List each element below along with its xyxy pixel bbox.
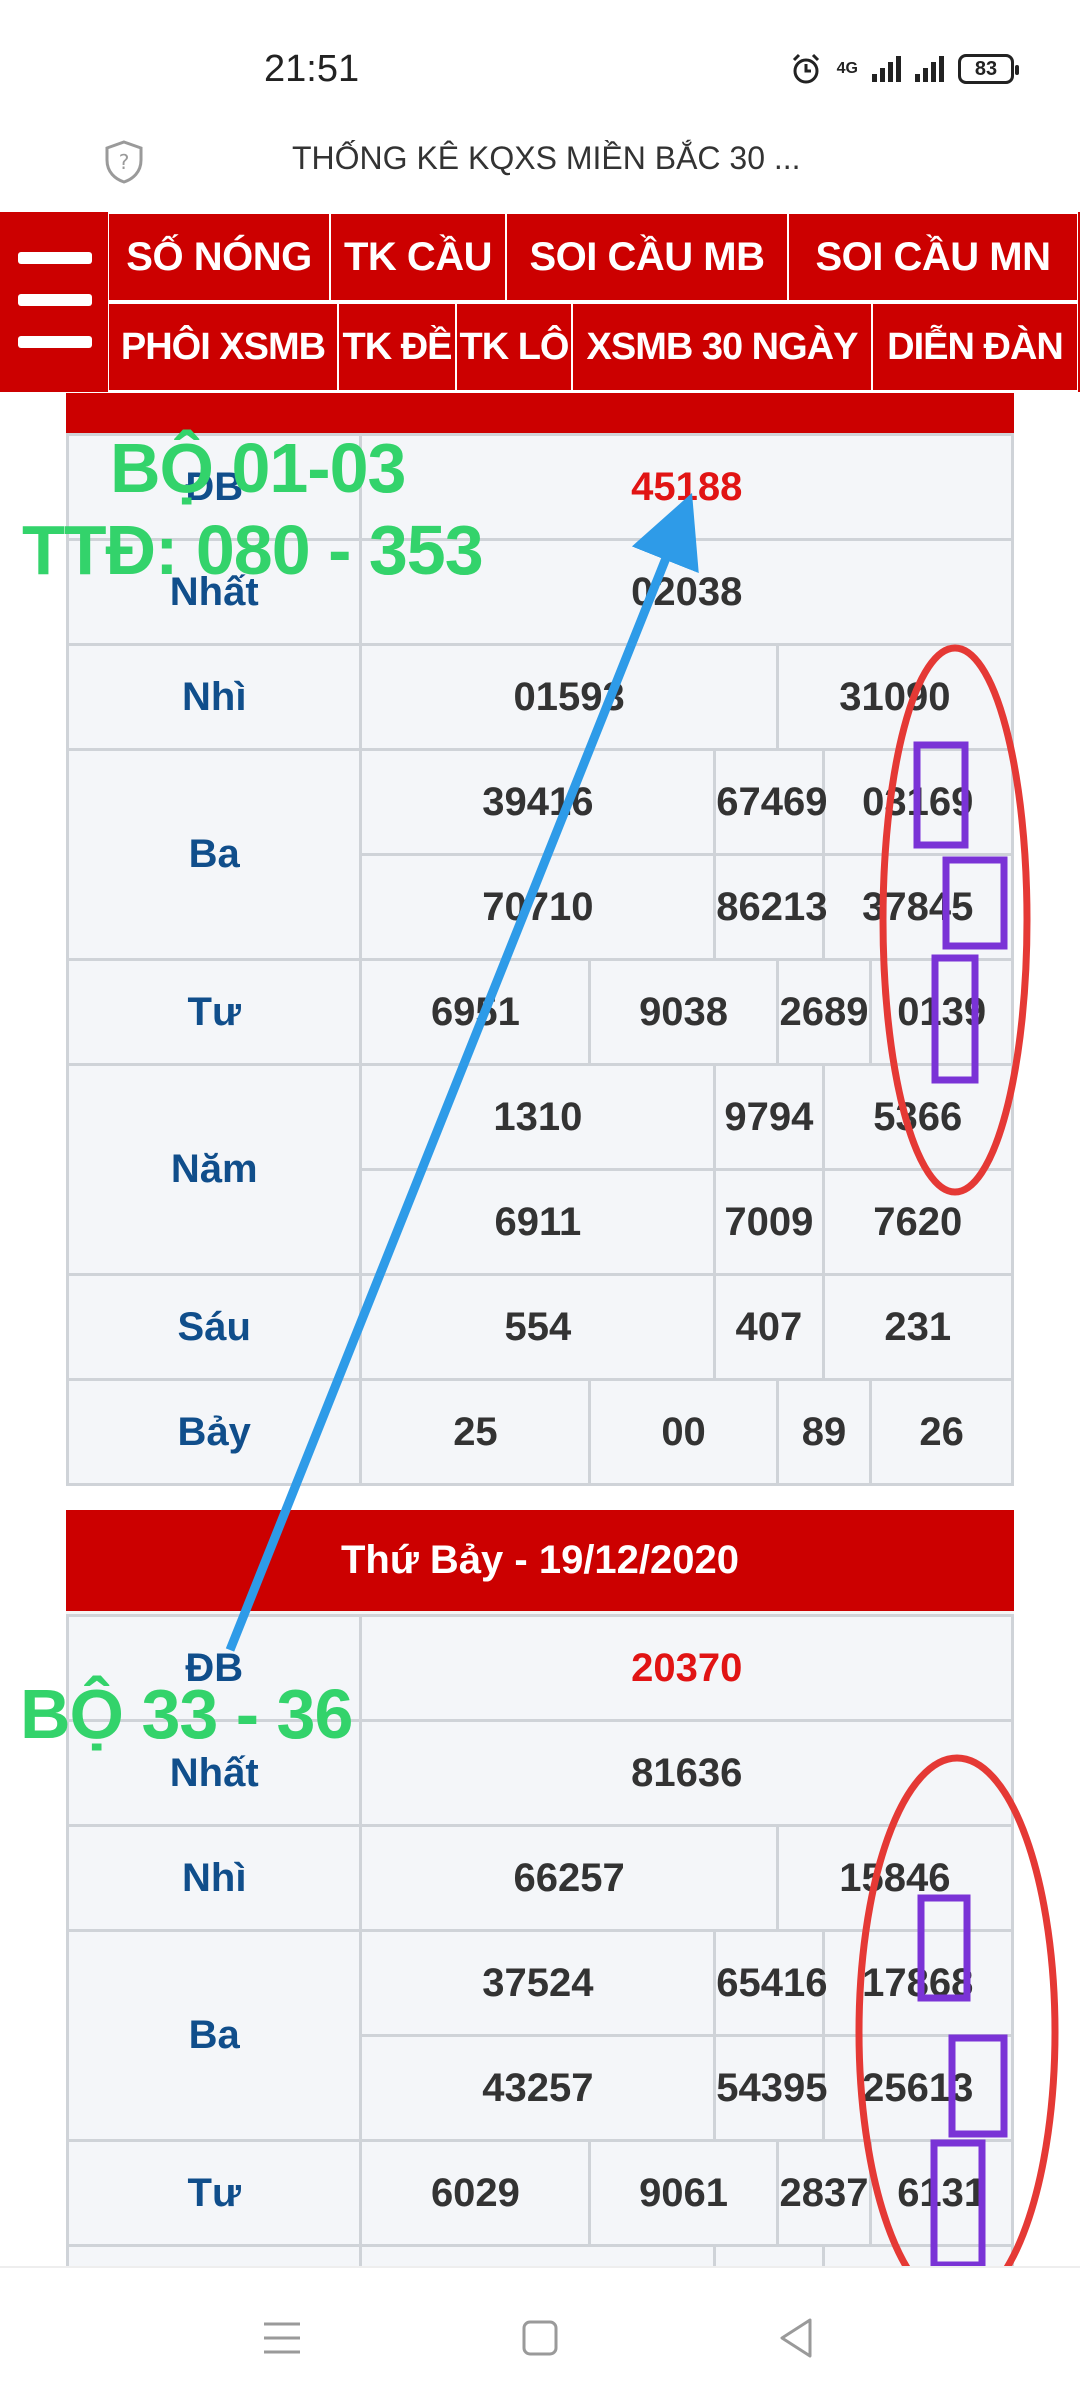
page-title[interactable]: THỐNG KÊ KQXS MIỀN BẮC 30 ... bbox=[292, 140, 801, 177]
prize-value: 37524 bbox=[359, 1929, 717, 2037]
prize-label: Tư bbox=[65, 958, 363, 1066]
table-row: Tư 6951 9038 2689 0139 bbox=[65, 958, 1014, 1066]
prize-value: 03169 bbox=[821, 748, 1014, 856]
table-row: Nhì 66257 15846 bbox=[65, 1824, 1015, 1932]
status-bar: 21:51 4G 83 bbox=[0, 0, 1080, 130]
back-triangle-icon bbox=[780, 2318, 812, 2358]
annotation-note-2: TTĐ: 080 - 353 bbox=[22, 511, 484, 589]
alarm-icon bbox=[792, 53, 819, 84]
prize-value: 43257 bbox=[359, 2034, 717, 2142]
nav-row-2: PHÔI XSMB TK ĐỀ TK LÔ XSMB 30 NGÀY DIỄN … bbox=[108, 302, 1078, 392]
table-row: Sáu 554 407 231 bbox=[65, 1273, 1014, 1381]
nav-item-tk-lo[interactable]: TK LÔ bbox=[456, 302, 572, 392]
prize-value: 9038 bbox=[588, 958, 779, 1066]
prize-value: 15846 bbox=[775, 1824, 1015, 1932]
prize-label: Sáu bbox=[65, 1273, 363, 1381]
prize-value: 17868 bbox=[821, 1929, 1014, 2037]
status-time: 21:51 bbox=[264, 48, 360, 90]
prize-label: Ba bbox=[65, 748, 363, 961]
prize-value: 25613 bbox=[821, 2034, 1014, 2142]
prize-value: 6029 bbox=[359, 2139, 592, 2247]
prize-value: 554 bbox=[359, 1273, 717, 1381]
result-header-partial bbox=[66, 393, 1014, 433]
nav-item-soi-cau-mn[interactable]: SOI CẦU MN bbox=[788, 212, 1078, 302]
battery-icon: 83 bbox=[958, 54, 1019, 84]
status-icons: 4G 83 bbox=[789, 52, 1019, 86]
table-row: Bảy 25 00 89 26 bbox=[65, 1378, 1014, 1486]
prize-label: Nhì bbox=[65, 643, 363, 751]
nav-item-tk-cau[interactable]: TK CẦU bbox=[330, 212, 506, 302]
prize-value: 31090 bbox=[775, 643, 1015, 751]
prize-value: 26 bbox=[869, 1378, 1014, 1486]
prize-value: 01593 bbox=[359, 643, 779, 751]
prize-value: 231 bbox=[821, 1273, 1014, 1381]
prize-value: 66257 bbox=[359, 1824, 779, 1932]
square-icon bbox=[522, 2320, 558, 2356]
prize-value: 89 bbox=[775, 1378, 873, 1486]
table-row: Ba 39416 67469 03169 bbox=[65, 748, 1014, 961]
signal-icon-2 bbox=[915, 56, 944, 82]
prize-value: 81636 bbox=[359, 1719, 1014, 1827]
prize-value: 86213 bbox=[713, 853, 828, 961]
prize-value: 37845 bbox=[821, 853, 1014, 961]
prize-value: 6911 bbox=[359, 1168, 717, 1276]
main-nav: SỐ NÓNG TK CẦU SOI CẦU MB SOI CẦU MN PHÔ… bbox=[0, 212, 1080, 392]
prize-value: 6951 bbox=[359, 958, 592, 1066]
recent-apps-button[interactable] bbox=[252, 2308, 312, 2368]
nav-item-so-nong[interactable]: SỐ NÓNG bbox=[108, 212, 330, 302]
table-row: Ba 37524 65416 17868 bbox=[65, 1929, 1014, 2142]
system-nav-bar bbox=[0, 2266, 1080, 2400]
prize-value: 407 bbox=[713, 1273, 825, 1381]
prize-label: Bảy bbox=[65, 1378, 363, 1486]
network-type-label: 4G bbox=[836, 60, 858, 77]
prize-value: 70710 bbox=[359, 853, 717, 961]
table-row: Nhì 01593 31090 bbox=[65, 643, 1015, 751]
nav-item-xsmb-30-ngay[interactable]: XSMB 30 NGÀY bbox=[572, 302, 872, 392]
prize-label: Nhì bbox=[65, 1824, 363, 1932]
prize-value: 9794 bbox=[713, 1063, 825, 1171]
battery-level: 83 bbox=[974, 57, 998, 80]
prize-value: 1310 bbox=[359, 1063, 717, 1171]
signal-icon bbox=[872, 56, 901, 82]
svg-text:?: ? bbox=[119, 150, 130, 174]
prize-value: 39416 bbox=[359, 748, 717, 856]
nav-item-tk-de[interactable]: TK ĐỀ bbox=[338, 302, 456, 392]
prize-value: 2689 bbox=[775, 958, 873, 1066]
nav-item-dien-dan[interactable]: DIỄN ĐÀN bbox=[872, 302, 1078, 392]
back-button[interactable] bbox=[766, 2308, 826, 2368]
result-date-header[interactable]: Thứ Bảy - 19/12/2020 bbox=[66, 1510, 1014, 1614]
prize-value: 7009 bbox=[713, 1168, 825, 1276]
prize-value: 9061 bbox=[588, 2139, 779, 2247]
table-row: Tư 6029 9061 2837 6131 bbox=[65, 2139, 1014, 2247]
prize-value: 25 bbox=[359, 1378, 592, 1486]
prize-value: 54395 bbox=[713, 2034, 828, 2142]
site-info-icon[interactable]: ? bbox=[104, 140, 144, 184]
result-table-a: ĐB 45188 Nhất 02038 Nhì 01593 31090 Ba 3… bbox=[65, 433, 1015, 1486]
special-prize-value: 20370 bbox=[359, 1614, 1014, 1722]
browser-title-bar: ? THỐNG KÊ KQXS MIỀN BẮC 30 ... bbox=[0, 130, 1080, 212]
prize-value: 65416 bbox=[713, 1929, 828, 2037]
annotation-note-3: BỘ 33 - 36 bbox=[20, 1675, 353, 1753]
nav-row-1: SỐ NÓNG TK CẦU SOI CẦU MB SOI CẦU MN bbox=[108, 212, 1078, 302]
nav-item-soi-cau-mb[interactable]: SOI CẦU MB bbox=[506, 212, 788, 302]
prize-label: Ba bbox=[65, 1929, 363, 2142]
prize-value: 0139 bbox=[869, 958, 1014, 1066]
prize-value: 2837 bbox=[775, 2139, 873, 2247]
annotation-note-1: BỘ 01-03 bbox=[110, 429, 406, 507]
nav-item-phoi-xsmb[interactable]: PHÔI XSMB bbox=[108, 302, 338, 392]
prize-value: 5366 bbox=[821, 1063, 1014, 1171]
menu-lines-icon bbox=[264, 2322, 300, 2354]
prize-label: Năm bbox=[65, 1063, 363, 1276]
table-row: Năm 1310 9794 5366 bbox=[65, 1063, 1014, 1276]
prize-value: 7620 bbox=[821, 1168, 1014, 1276]
prize-value: 00 bbox=[588, 1378, 779, 1486]
prize-label: Tư bbox=[65, 2139, 363, 2247]
prize-value: 67469 bbox=[713, 748, 828, 856]
result-block-b: Thứ Bảy - 19/12/2020 ĐB 20370 Nhất 81636… bbox=[65, 1510, 1015, 2352]
home-button[interactable] bbox=[510, 2308, 570, 2368]
prize-value: 6131 bbox=[869, 2139, 1014, 2247]
menu-icon[interactable] bbox=[0, 212, 108, 392]
